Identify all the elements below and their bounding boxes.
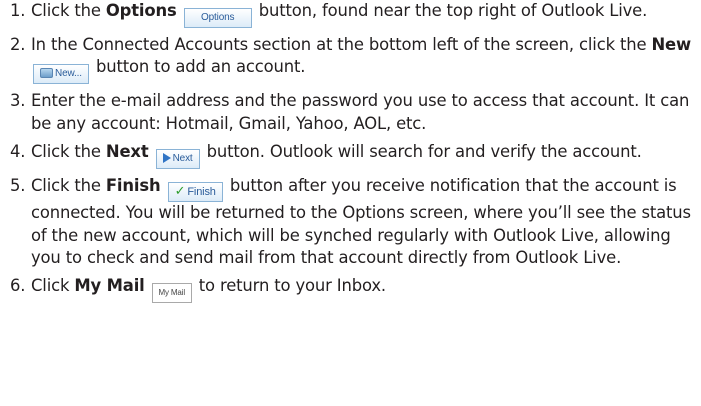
step-text: button to add an account.: [90, 57, 306, 77]
finish-button-illustration: ✓ Finish: [167, 182, 223, 203]
step-1: 1. Click the Options Options button, foun…: [0, 0, 701, 28]
my-mail-button-label: My Mail: [158, 288, 185, 298]
step-3: 3. Enter the e-mail address and the passw…: [0, 90, 701, 135]
step-4: 4. Click the Next Next button. Outlook wi…: [0, 141, 701, 170]
step-number: 2.: [10, 35, 26, 54]
step-number: 3.: [10, 91, 26, 111]
step-bold-label: Next: [105, 142, 149, 162]
options-button-label: Options: [200, 12, 235, 23]
step-text: button. Outlook will search for and veri…: [201, 142, 642, 162]
finish-button-label: Finish: [187, 186, 216, 199]
step-text: In the Connected Accounts section at the…: [31, 35, 652, 54]
step-text: Click the: [31, 1, 106, 20]
next-button-label: Next: [172, 153, 193, 165]
step-bold-label: Finish: [105, 176, 161, 196]
step-6: 6. Click My Mail My Mail to return to you…: [0, 275, 701, 304]
next-button-illustration: Next: [155, 149, 200, 170]
step-2: 2. In the Connected Accounts section at t…: [0, 34, 701, 85]
step-number: 4.: [10, 142, 26, 162]
step-text: Click the: [31, 142, 106, 162]
step-number: 1.: [10, 1, 26, 20]
arrow-right-icon: [162, 152, 171, 163]
new-account-icon: [40, 67, 53, 78]
step-text: to return to your Inbox.: [193, 276, 386, 296]
step-text: Click the: [31, 176, 106, 196]
step-text: Click: [31, 276, 75, 296]
my-mail-button-illustration: My Mail: [151, 283, 192, 304]
new-button-label: New...: [55, 68, 82, 80]
new-button-illustration: New...: [33, 64, 89, 85]
step-number: 5.: [10, 176, 26, 196]
step-bold-label: Options: [105, 1, 177, 20]
options-button-illustration: Options: [183, 8, 252, 28]
step-5: 5. Click the Finish ✓ Finish button after …: [0, 175, 701, 269]
step-text: Enter the e-mail address and the passwor…: [31, 91, 690, 133]
step-bold-label: New: [651, 35, 692, 54]
step-text: button, found near the top right of Outl…: [253, 1, 648, 20]
step-bold-label: My Mail: [74, 276, 145, 296]
step-number: 6.: [10, 276, 26, 296]
checkmark-icon: ✓: [174, 184, 186, 200]
instruction-steps: 1. Click the Options Options button, foun…: [0, 0, 701, 304]
